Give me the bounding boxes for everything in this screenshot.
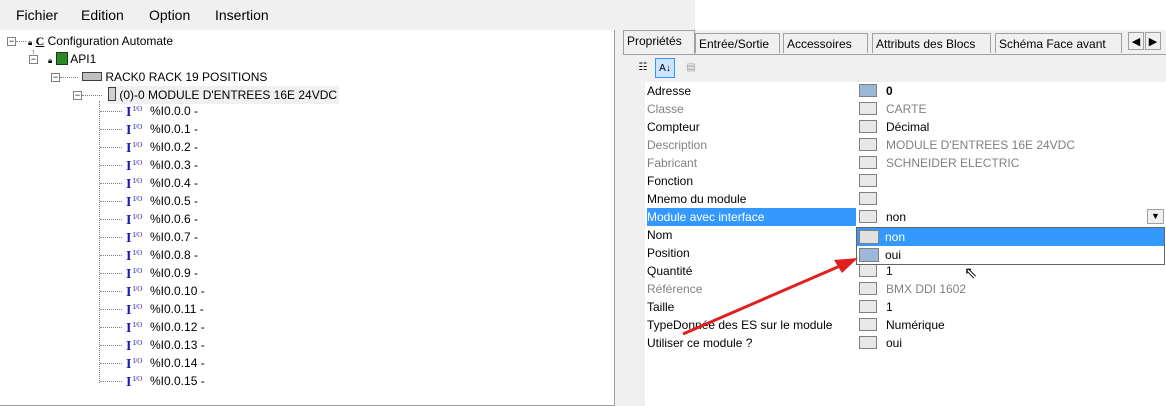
mouse-cursor-icon: ⇖ (964, 265, 978, 282)
annotation-arrow (682, 258, 858, 336)
arrow-shaft (682, 264, 841, 336)
arrow-head (834, 258, 858, 273)
